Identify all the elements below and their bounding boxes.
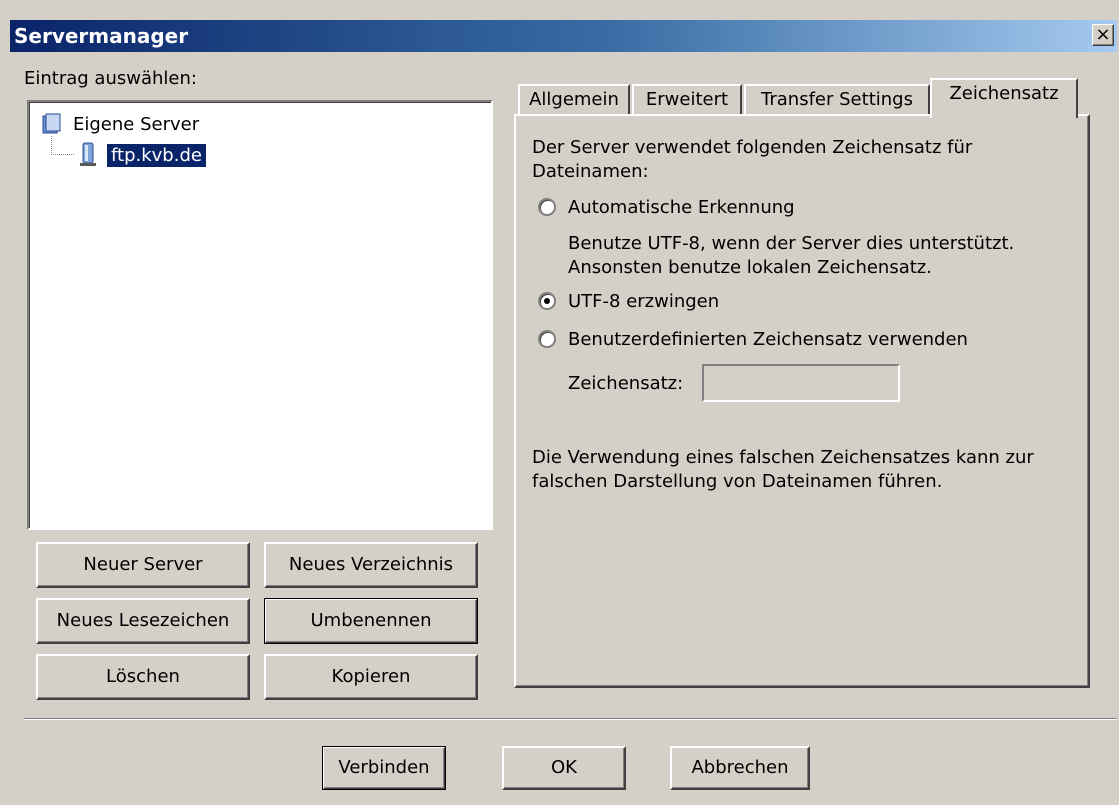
servermanager-window: Servermanager × Eintrag auswählen: Eigen… — [0, 0, 1119, 805]
tab-advanced[interactable]: Erweitert — [632, 84, 742, 114]
tree-root-label: Eigene Server — [73, 113, 200, 135]
tree-child-label: ftp.kvb.de — [107, 143, 206, 167]
radio-utf8[interactable] — [538, 292, 556, 310]
delete-button[interactable]: Löschen — [36, 654, 250, 700]
radio-auto-label[interactable]: Automatische Erkennung — [568, 196, 795, 220]
ok-button[interactable]: OK — [502, 746, 626, 790]
select-entry-label: Eintrag auswählen: — [24, 68, 197, 89]
warning-line-1: Die Verwendung eines falschen Zeichensat… — [532, 447, 1034, 468]
radio-auto[interactable] — [538, 198, 556, 216]
new-server-button[interactable]: Neuer Server — [36, 542, 250, 588]
radio-utf8-label[interactable]: UTF-8 erzwingen — [568, 290, 719, 314]
radio-custom-label[interactable]: Benutzerdefinierten Zeichensatz verwende… — [568, 328, 968, 352]
charset-intro: Der Server verwendet folgenden Zeichensa… — [532, 137, 973, 182]
connect-button[interactable]: Verbinden — [322, 746, 446, 790]
new-folder-button[interactable]: Neues Verzeichnis — [264, 542, 478, 588]
radio-custom[interactable] — [538, 330, 556, 348]
tree-item-root[interactable]: Eigene Server — [41, 112, 199, 136]
copy-button[interactable]: Kopieren — [264, 654, 478, 700]
auto-desc-2: Ansonsten benutze lokalen Zeichensatz. — [568, 257, 932, 278]
warning-line-2: falschen Darstellung von Dateinamen führ… — [532, 471, 943, 492]
tab-general[interactable]: Allgemein — [518, 84, 630, 114]
new-bookmark-button[interactable]: Neues Lesezeichen — [36, 598, 250, 644]
tree-connector — [51, 136, 74, 155]
radio-selected-dot — [544, 298, 550, 304]
separator — [24, 718, 1117, 720]
rename-button[interactable]: Umbenennen — [264, 598, 478, 644]
server-tree[interactable]: Eigene Server ftp.kvb.de — [27, 100, 493, 530]
tab-transfer-settings[interactable]: Transfer Settings — [744, 84, 930, 114]
cancel-button[interactable]: Abbrechen — [670, 746, 810, 790]
close-icon[interactable]: × — [1092, 24, 1114, 46]
tab-charset[interactable]: Zeichensatz — [930, 78, 1078, 118]
charset-input[interactable] — [702, 364, 900, 402]
window-title: Servermanager — [14, 24, 189, 48]
tree-item-server[interactable]: ftp.kvb.de — [79, 142, 206, 168]
title-bar: Servermanager × — [10, 20, 1117, 52]
folder-icon — [41, 113, 63, 135]
charset-field-label: Zeichensatz: — [568, 373, 684, 394]
auto-desc-1: Benutze UTF-8, wenn der Server dies unte… — [568, 233, 1015, 254]
server-icon — [79, 142, 97, 168]
